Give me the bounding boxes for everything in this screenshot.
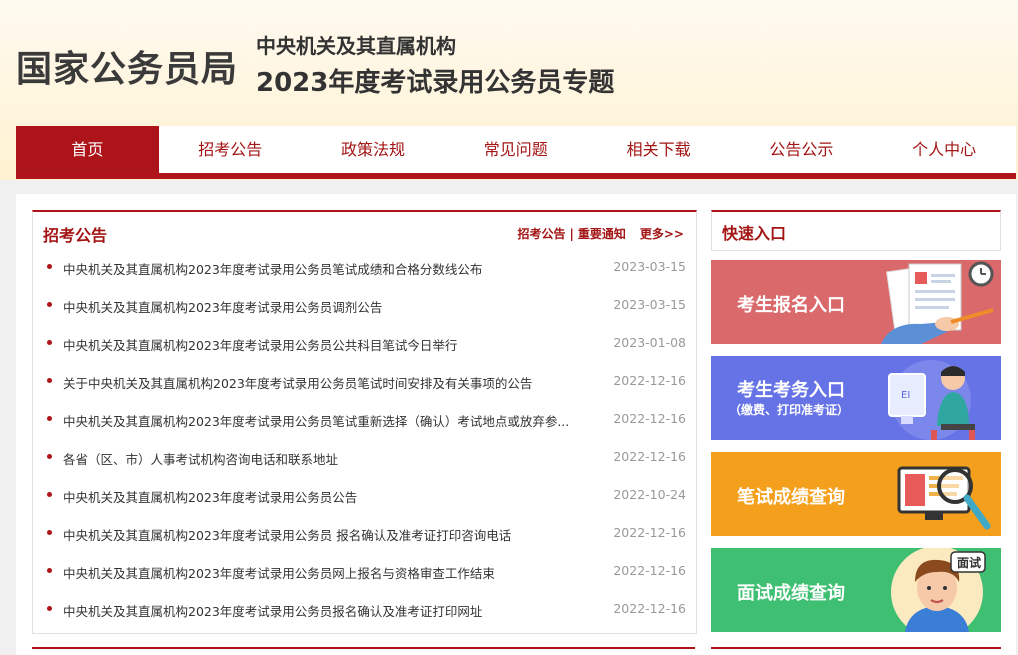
news-item-title[interactable]: 中央机关及其直属机构2023年度考试录用公务员公告 [63,487,593,506]
bullet-icon [47,606,52,611]
link-announcements[interactable]: 招考公告 [517,227,565,241]
list-item[interactable]: 中央机关及其直属机构2023年度考试录用公务员网上报名与资格审查工作结束 2022… [33,554,696,592]
nav-item-faq[interactable]: 常见问题 [444,126,587,173]
card-label: 面试成绩查询 [737,583,845,604]
magnifier-screen-icon [897,466,991,530]
nav-item-notices[interactable]: 公告公示 [730,126,873,173]
bullet-icon [47,378,52,383]
interview-badge-text: 面试 [956,556,981,570]
interview-person-icon [891,548,986,632]
nav-item-personal[interactable]: 个人中心 [873,126,1016,173]
bullet-icon [47,416,52,421]
application-form-icon [881,261,994,344]
news-item-date: 2023-01-08 [613,335,686,350]
link-separator: | [569,227,574,241]
nav-item-policies[interactable]: 政策法规 [302,126,445,173]
news-item-title[interactable]: 中央机关及其直属机构2023年度考试录用公务员网上报名与资格审查工作结束 [63,563,593,582]
news-item-title[interactable]: 中央机关及其直属机构2023年度考试录用公务员笔试成绩和合格分数线公布 [63,259,593,278]
site-logo[interactable]: 国家公务员局 [16,40,238,92]
list-item[interactable]: 关于中央机关及其直属机构2023年度考试录用公务员笔试时间安排及有关事项的公告 2… [33,364,696,402]
news-item-date: 2022-12-16 [613,525,686,540]
list-item[interactable]: 中央机关及其直属机构2023年度考试录用公务员笔试重新选择（确认）考试地点或放弃… [33,402,696,440]
news-item-date: 2022-12-16 [613,601,686,616]
card-note: （缴费、打印准考证） [729,403,850,417]
news-item-date: 2023-03-15 [613,297,686,312]
bullet-icon [47,568,52,573]
main-content: 招考公告 招考公告 | 重要通知 更多>> 中央机关及其直属机构2023年度考试录用公… [16,194,1016,655]
list-item[interactable]: 中央机关及其直属机构2023年度考试录用公务员公共科目笔试今日举行 2023-01… [33,326,696,364]
bullet-icon [47,340,52,345]
list-item[interactable]: 中央机关及其直属机构2023年度考试录用公务员调剂公告 2023-03-15 [33,288,696,326]
news-item-date: 2023-03-15 [613,259,686,274]
header-subtitle: 中央机关及其直属机构 [256,34,456,58]
nav-item-downloads[interactable]: 相关下载 [587,126,730,173]
news-list: 中央机关及其直属机构2023年度考试录用公务员笔试成绩和合格分数线公布 2023-… [33,250,696,630]
written-score-query-button[interactable]: 笔试成绩查询 [711,452,1001,536]
news-item-title[interactable]: 中央机关及其直属机构2023年度考试录用公务员调剂公告 [63,297,593,316]
registration-entry-button[interactable]: 考生报名入口 [711,260,1001,344]
link-important-notices[interactable]: 重要通知 [578,227,626,241]
list-item[interactable]: 中央机关及其直属机构2023年度考试录用公务员笔试成绩和合格分数线公布 2023-… [33,250,696,288]
news-item-date: 2022-12-16 [613,449,686,464]
news-item-title[interactable]: 中央机关及其直属机构2023年度考试录用公务员 报名确认及准考证打印咨询电话 [63,525,593,544]
news-item-title[interactable]: 中央机关及其直属机构2023年度考试录用公务员报名确认及准考证打印网址 [63,601,593,620]
news-panel-links: 招考公告 | 重要通知 更多>> [517,225,684,242]
bullet-icon [47,530,52,535]
news-item-title[interactable]: 中央机关及其直属机构2023年度考试录用公务员笔试重新选择（确认）考试地点或放弃… [63,411,593,430]
next-panel-border-right [711,647,1001,649]
news-item-date: 2022-10-24 [613,487,686,502]
header-title: 2023年度考试录用公务员专题 [256,68,615,98]
interview-score-query-button[interactable]: 面试成绩查询 面试 [711,548,1001,632]
card-label: 考生考务入口 [737,380,845,401]
more-link[interactable]: 更多>> [640,227,684,241]
next-panel-border [32,647,695,649]
news-panel: 招考公告 招考公告 | 重要通知 更多>> 中央机关及其直属机构2023年度考试录用公… [32,210,697,634]
quick-entry-title: 快速入口 [722,224,787,243]
news-item-title[interactable]: 中央机关及其直属机构2023年度考试录用公务员公共科目笔试今日举行 [63,335,593,354]
news-panel-title: 招考公告 [43,226,108,245]
bullet-icon [47,264,52,269]
list-item[interactable]: 各省（区、市）人事考试机构咨询电话和联系地址 2022-12-16 [33,440,696,478]
nav-item-home[interactable]: 首页 [16,126,159,173]
main-nav: 首页 招考公告 政策法规 常见问题 相关下载 公告公示 个人中心 [16,126,1016,179]
bullet-icon [47,492,52,497]
news-item-date: 2022-12-16 [613,373,686,388]
svg-text:EI: EI [901,390,910,401]
news-item-title[interactable]: 关于中央机关及其直属机构2023年度考试录用公务员笔试时间安排及有关事项的公告 [63,373,593,392]
list-item[interactable]: 中央机关及其直属机构2023年度考试录用公务员公告 2022-10-24 [33,478,696,516]
card-label: 考生报名入口 [737,295,845,316]
bullet-icon [47,454,52,459]
exam-affairs-entry-button[interactable]: 考生考务入口 （缴费、打印准考证） EI [711,356,1001,440]
computer-user-icon: EI [888,360,975,440]
card-label: 笔试成绩查询 [737,487,845,508]
quick-entry-header: 快速入口 [711,210,1001,251]
news-item-title[interactable]: 各省（区、市）人事考试机构咨询电话和联系地址 [63,449,593,468]
bullet-icon [47,302,52,307]
list-item[interactable]: 中央机关及其直属机构2023年度考试录用公务员 报名确认及准考证打印咨询电话 20… [33,516,696,554]
news-item-date: 2022-12-16 [613,563,686,578]
news-item-date: 2022-12-16 [613,411,686,426]
list-item[interactable]: 中央机关及其直属机构2023年度考试录用公务员报名确认及准考证打印网址 2022-… [33,592,696,630]
nav-item-announcements[interactable]: 招考公告 [159,126,302,173]
